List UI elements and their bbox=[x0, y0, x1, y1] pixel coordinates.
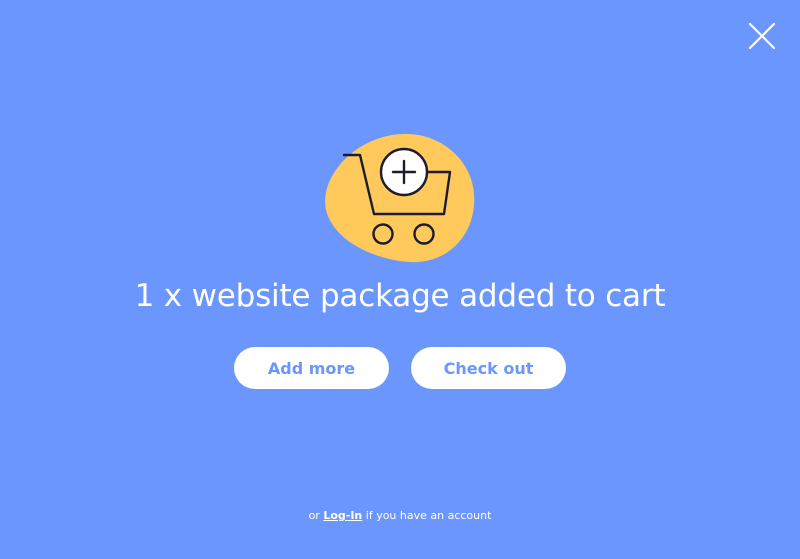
add-more-button[interactable]: Add more bbox=[234, 347, 389, 389]
login-note: or Log-In if you have an account bbox=[0, 508, 800, 524]
cart-illustration bbox=[322, 130, 478, 266]
login-note-prefix: or bbox=[308, 509, 320, 522]
login-link[interactable]: Log-In bbox=[323, 509, 362, 522]
close-icon bbox=[748, 22, 776, 50]
login-note-suffix: if you have an account bbox=[365, 509, 492, 522]
cart-add-icon bbox=[325, 133, 475, 263]
checkout-button[interactable]: Check out bbox=[411, 347, 566, 389]
headline: 1 x website package added to cart bbox=[134, 278, 666, 314]
close-button[interactable] bbox=[747, 21, 777, 51]
